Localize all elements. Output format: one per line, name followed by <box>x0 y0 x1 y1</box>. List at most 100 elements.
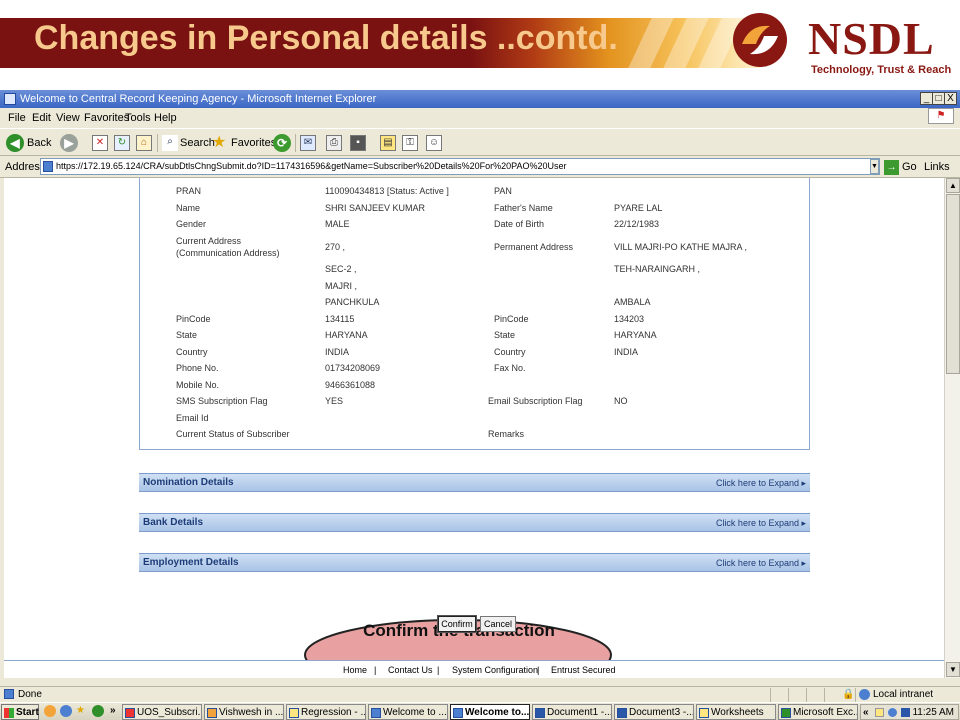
star-icon: ★ <box>212 134 227 151</box>
value-state: HARYANA <box>325 330 368 340</box>
close-button[interactable]: X <box>944 92 957 105</box>
brand-tagline: Technology, Trust & Reach <box>811 64 952 76</box>
taskbar: Start ★ » UOS_Subscri... Vishwesh in ...… <box>0 702 960 720</box>
label-phone: Phone No. <box>176 363 219 373</box>
history-icon[interactable]: ⟳ <box>273 134 291 152</box>
menu-file[interactable]: File <box>8 108 26 128</box>
task-document1[interactable]: Document1 -... <box>532 704 612 720</box>
links-button[interactable]: Links <box>924 156 950 178</box>
home-icon[interactable]: ⌂ <box>136 135 152 151</box>
refresh-icon[interactable]: ↻ <box>114 135 130 151</box>
menu-view[interactable]: View <box>56 108 80 128</box>
expand-link[interactable]: Click here to Expand ▸ <box>716 478 806 489</box>
research-icon[interactable]: ⚿ <box>402 135 418 151</box>
system-tray: « 11:25 AM <box>860 704 959 720</box>
label-perm-state: State <box>494 330 516 340</box>
value-dob: 22/12/1983 <box>614 219 660 229</box>
label-communication-address: (Communication Address) <box>176 248 280 258</box>
done-page-icon <box>4 689 14 699</box>
value-mobile: 9466361088 <box>325 380 376 390</box>
footer-system-config-link[interactable]: System Configuration <box>452 661 538 679</box>
label-current-status: Current Status of Subscriber <box>176 429 290 439</box>
task-document3[interactable]: Document3 -... <box>614 704 694 720</box>
start-button[interactable]: Start <box>1 704 39 720</box>
label-name: Name <box>176 203 201 213</box>
print-icon[interactable]: ⎙ <box>326 135 342 151</box>
quicklaunch-star-icon[interactable]: ★ <box>76 703 85 719</box>
confirm-button[interactable]: Confirm <box>437 615 477 633</box>
menu-bar: File Edit View Favorites Tools Help ⚑ <box>0 108 960 128</box>
menu-favorites[interactable]: Favorites <box>84 108 129 128</box>
address-bar: Address https://172.19.65.124/CRA/subDtl… <box>0 156 960 178</box>
back-button[interactable]: ◀ Back <box>4 129 56 157</box>
footer-separator: | <box>437 665 440 675</box>
expand-link[interactable]: Click here to Expand ▸ <box>716 518 806 529</box>
menu-help[interactable]: Help <box>154 108 177 128</box>
task-uos-subscri[interactable]: UOS_Subscri... <box>122 704 202 720</box>
tray-network-icon[interactable] <box>888 708 897 717</box>
favorites-button[interactable]: ★ Favorites <box>212 129 276 157</box>
scroll-up-icon[interactable]: ▲ <box>946 178 960 193</box>
value-country: INDIA <box>325 347 350 357</box>
section-title: Employment Details <box>143 557 239 568</box>
discuss-icon[interactable]: ▤ <box>380 135 396 151</box>
label-fax: Fax No. <box>494 363 526 373</box>
task-welcome-active[interactable]: Welcome to... <box>450 704 530 720</box>
footer-home-link[interactable]: Home <box>343 661 367 679</box>
footer-contact-link[interactable]: Contact Us <box>388 661 433 679</box>
forward-button[interactable]: ▶ <box>60 134 78 152</box>
mail-icon[interactable]: ✉ <box>300 135 316 151</box>
value-gender: MALE <box>325 219 350 229</box>
footer-separator: | <box>374 665 377 675</box>
footer-entrust-link[interactable]: Entrust Secured <box>551 661 616 679</box>
tray-monitor-icon[interactable] <box>901 708 910 717</box>
edit-icon[interactable]: ▪ <box>350 135 366 151</box>
status-text: Done <box>18 689 42 700</box>
quicklaunch-browser-icon[interactable] <box>44 705 56 717</box>
value-email-flag: NO <box>614 396 628 406</box>
section-title: Bank Details <box>143 517 204 528</box>
section-nomination-details: Nomination Details Click here to Expand … <box>139 473 810 492</box>
address-input[interactable]: https://172.19.65.124/CRA/subDtlsChngSub… <box>40 158 880 175</box>
slide-title: Changes in Personal details ..contd. <box>34 19 618 57</box>
label-remarks: Remarks <box>488 429 525 439</box>
value-pran: 110090434813 [Status: Active ] <box>325 186 449 196</box>
scroll-down-icon[interactable]: ▼ <box>946 662 960 677</box>
cancel-button[interactable]: Cancel <box>480 616 516 632</box>
stop-icon[interactable]: ✕ <box>92 135 108 151</box>
tray-mail-icon[interactable] <box>875 708 884 717</box>
label-mobile: Mobile No. <box>176 380 220 390</box>
vertical-scrollbar[interactable]: ▲ ▼ <box>944 178 960 678</box>
task-welcome-1[interactable]: Welcome to ... <box>368 704 448 720</box>
label-pan: PAN <box>494 186 512 196</box>
value-perm-address-line2: TEH-NARAINGARH , <box>614 264 701 274</box>
ie-icon <box>4 93 16 105</box>
expand-link[interactable]: Click here to Expand ▸ <box>716 558 806 569</box>
quicklaunch-media-icon[interactable] <box>92 705 104 717</box>
zone-text: Local intranet <box>873 689 934 700</box>
tray-chevron-icon[interactable]: « <box>863 705 869 720</box>
quicklaunch-ie-icon[interactable] <box>60 705 72 717</box>
value-perm-address-line1: VILL MAJRI-PO KATHE MAJRA , <box>614 242 748 252</box>
quicklaunch-chevron-icon[interactable]: » <box>110 703 116 719</box>
page-content: PRAN Name Gender Current Address (Commun… <box>4 178 944 678</box>
search-button[interactable]: ⌕ Search <box>162 129 215 157</box>
task-vishwesh[interactable]: Vishwesh in ... <box>204 704 284 720</box>
go-button[interactable]: → Go <box>884 158 917 176</box>
label-fathers-name: Father's Name <box>494 203 553 213</box>
scroll-thumb[interactable] <box>946 194 960 374</box>
task-worksheets[interactable]: Worksheets <box>696 704 776 720</box>
window-titlebar: Welcome to Central Record Keeping Agency… <box>0 90 960 108</box>
label-perm-pincode: PinCode <box>494 314 529 324</box>
task-microsoft-excel[interactable]: Microsoft Exc... <box>778 704 858 720</box>
address-dropdown-icon[interactable]: ▼ <box>870 159 879 174</box>
horizontal-scrollbar[interactable] <box>4 678 944 686</box>
label-perm-country: Country <box>494 347 526 357</box>
messenger-icon[interactable]: ☺ <box>426 135 442 151</box>
label-gender: Gender <box>176 219 207 229</box>
menu-tools[interactable]: Tools <box>125 108 151 128</box>
task-regression[interactable]: Regression - ... <box>286 704 366 720</box>
value-phone: 01734208069 <box>325 363 381 373</box>
menu-edit[interactable]: Edit <box>32 108 51 128</box>
label-country: Country <box>176 347 208 357</box>
